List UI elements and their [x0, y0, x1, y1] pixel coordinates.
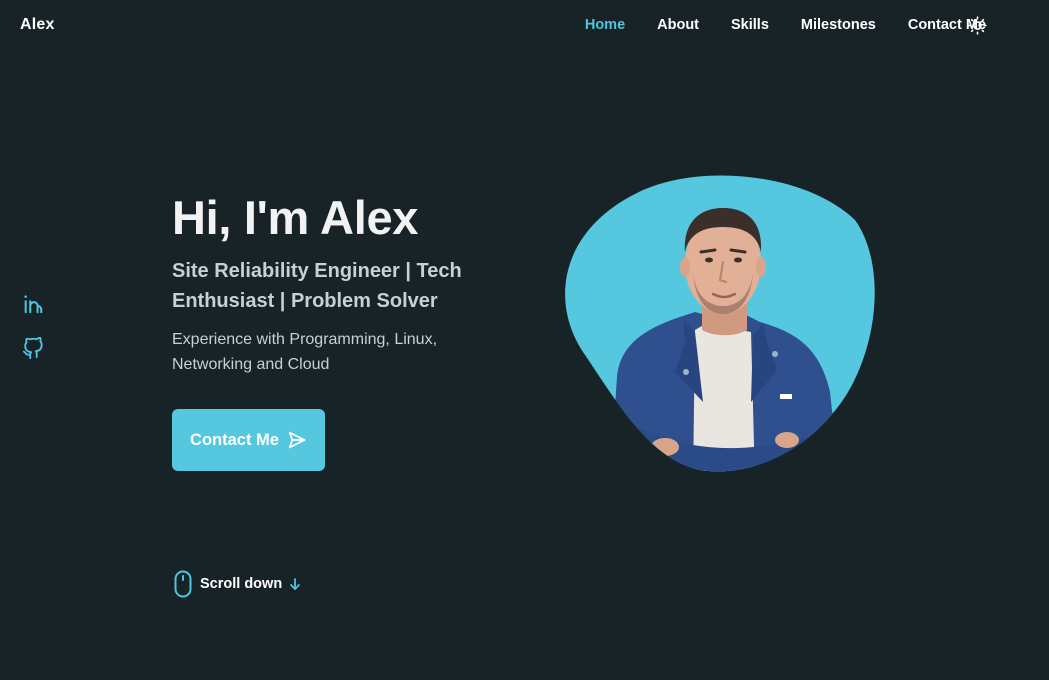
- social-links: [22, 293, 44, 381]
- main-nav: Home About Skills Milestones Contact Me: [553, 17, 986, 33]
- scroll-down-link[interactable]: Scroll down: [174, 570, 302, 598]
- linkedin-link[interactable]: [22, 293, 44, 315]
- arrow-down-icon: [290, 578, 301, 590]
- contact-me-label: Contact Me: [190, 430, 279, 449]
- nav-milestones[interactable]: Milestones: [801, 17, 876, 33]
- logo[interactable]: Alex: [20, 16, 55, 34]
- scroll-down-label: Scroll down: [200, 576, 283, 592]
- sun-icon[interactable]: [968, 16, 987, 35]
- hero-subtitle: Site Reliability Engineer | Tech Enthusi…: [172, 260, 462, 312]
- contact-me-button[interactable]: Contact Me: [172, 409, 325, 471]
- page: Alex Home About Skills Milestones Contac…: [0, 0, 1049, 680]
- nav-about[interactable]: About: [657, 17, 699, 33]
- hero-title: Hi, I'm Alex: [172, 191, 419, 244]
- github-icon: [22, 336, 43, 359]
- github-link[interactable]: [22, 336, 44, 359]
- hero-description: Experience with Programming, Linux, Netw…: [172, 331, 438, 373]
- profile-image: [565, 175, 875, 472]
- nav-skills[interactable]: Skills: [731, 17, 769, 33]
- mouse-icon: [174, 570, 192, 598]
- send-icon: [288, 431, 306, 449]
- linkedin-icon: [24, 295, 43, 314]
- nav-home[interactable]: Home: [585, 17, 625, 33]
